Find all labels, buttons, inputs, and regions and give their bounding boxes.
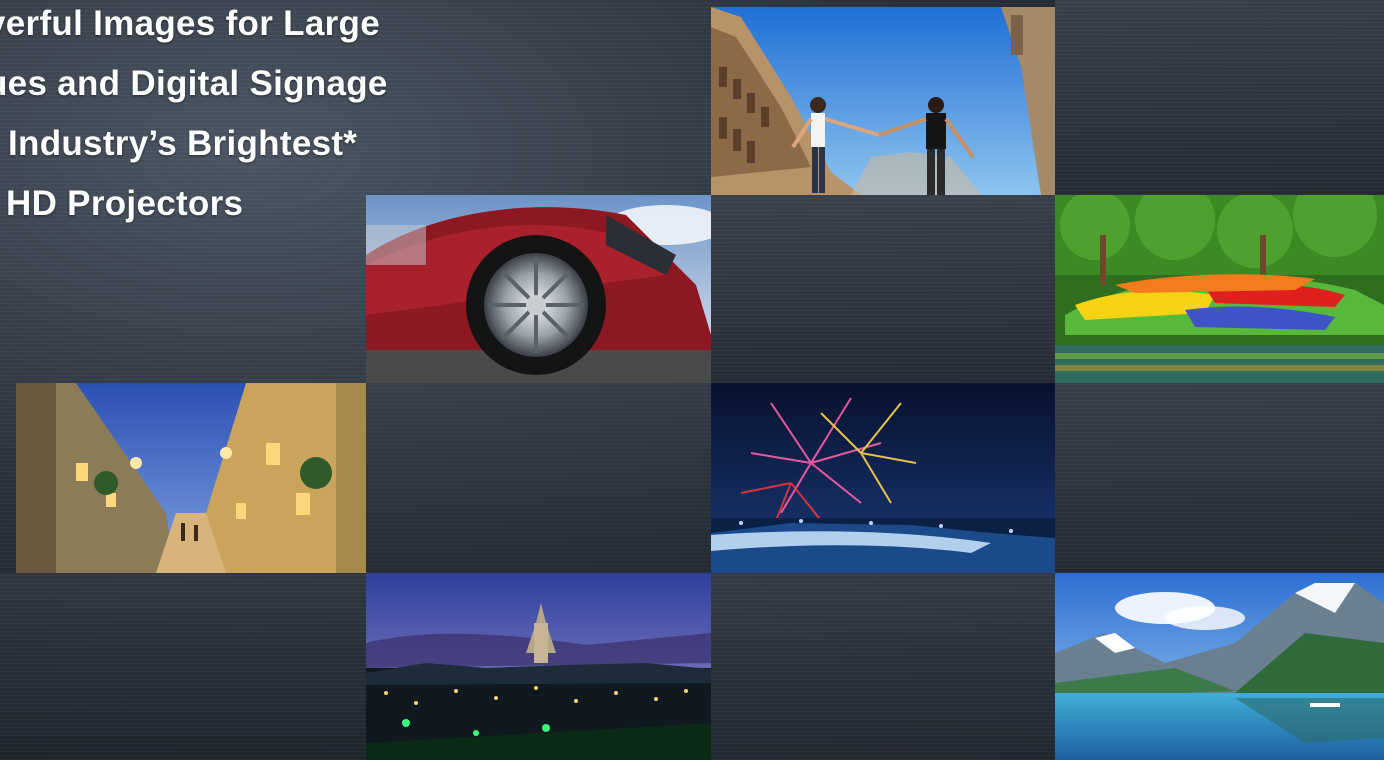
mountain-lake-photo [1055,573,1384,760]
bg-tile-top-right [1055,0,1384,195]
bg-tile-seats [711,573,1055,760]
red-sports-car-wheel-photo [366,195,711,383]
headline-line-2: ues and Digital Signage [0,64,388,103]
bg-tile-bottom-left [0,573,366,760]
bg-tile-mid-center [711,195,1055,383]
couple-venice-photo [711,7,1055,195]
headline: verful Images for Large ues and Digital … [0,0,388,234]
bg-tile-right-middle [1055,383,1384,573]
old-town-street-night-photo [16,383,366,573]
bg-tile-mid-dark [366,383,711,573]
fireworks-waterfall-photo [711,383,1055,573]
headline-line-3: Industry’s Brightest* [8,124,358,163]
city-skyline-dusk-photo [366,573,711,760]
brochure-canvas: verful Images for Large ues and Digital … [0,0,1384,760]
headline-line-4: HD Projectors [6,184,244,223]
headline-line-1: verful Images for Large [0,4,380,43]
tulip-garden-photo [1055,195,1384,383]
